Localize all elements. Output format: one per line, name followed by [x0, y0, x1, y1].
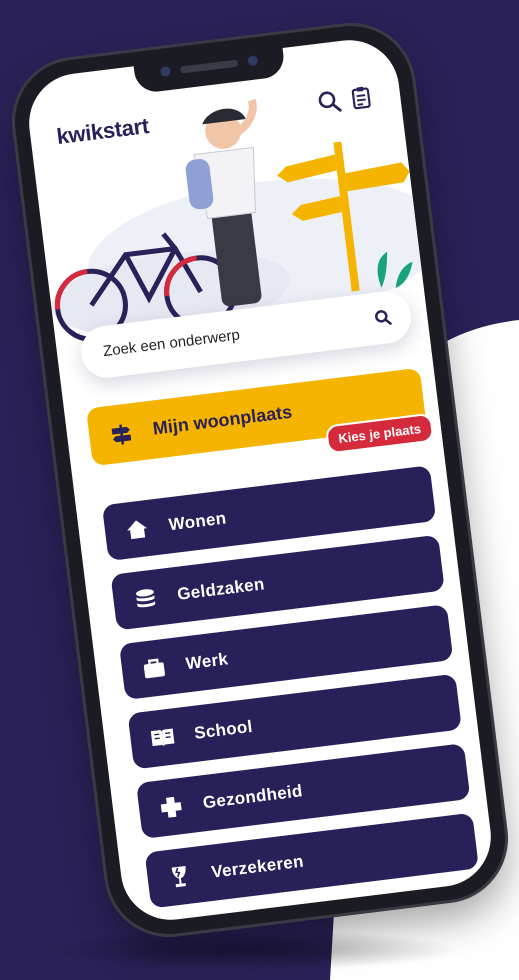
menu-item-label: School	[193, 716, 254, 743]
camera-icon	[247, 55, 259, 67]
my-hometown-button[interactable]: Mijn woonplaats Kies je plaats	[86, 367, 435, 467]
my-hometown-label: Mijn woonplaats	[151, 401, 294, 439]
briefcase-icon	[143, 658, 165, 679]
menu-item-label: Werk	[184, 649, 230, 674]
search-icon[interactable]	[372, 307, 394, 329]
choose-place-badge[interactable]: Kies je plaats	[324, 412, 435, 455]
cross-icon	[160, 796, 182, 818]
fragile-glass-icon	[171, 865, 186, 888]
signpost-icon	[111, 424, 132, 445]
camera-icon	[159, 65, 172, 78]
speaker-grille	[180, 59, 239, 74]
book-icon	[150, 728, 175, 747]
search-placeholder: Zoek een onderwerp	[102, 326, 241, 361]
menu-item-label: Gezondheid	[201, 781, 304, 813]
notes-icon[interactable]	[347, 83, 376, 112]
menu-item-label: Verzekeren	[210, 851, 305, 882]
phone-shadow	[40, 930, 460, 970]
menu-item-label: Wonen	[167, 508, 228, 535]
search-icon[interactable]	[315, 87, 344, 116]
topic-menu: Wonen Geldzaken Werk School Gezondheid V…	[101, 465, 489, 926]
coins-icon	[135, 589, 156, 608]
menu-item-label: Geldzaken	[176, 574, 266, 604]
house-icon	[127, 520, 148, 540]
